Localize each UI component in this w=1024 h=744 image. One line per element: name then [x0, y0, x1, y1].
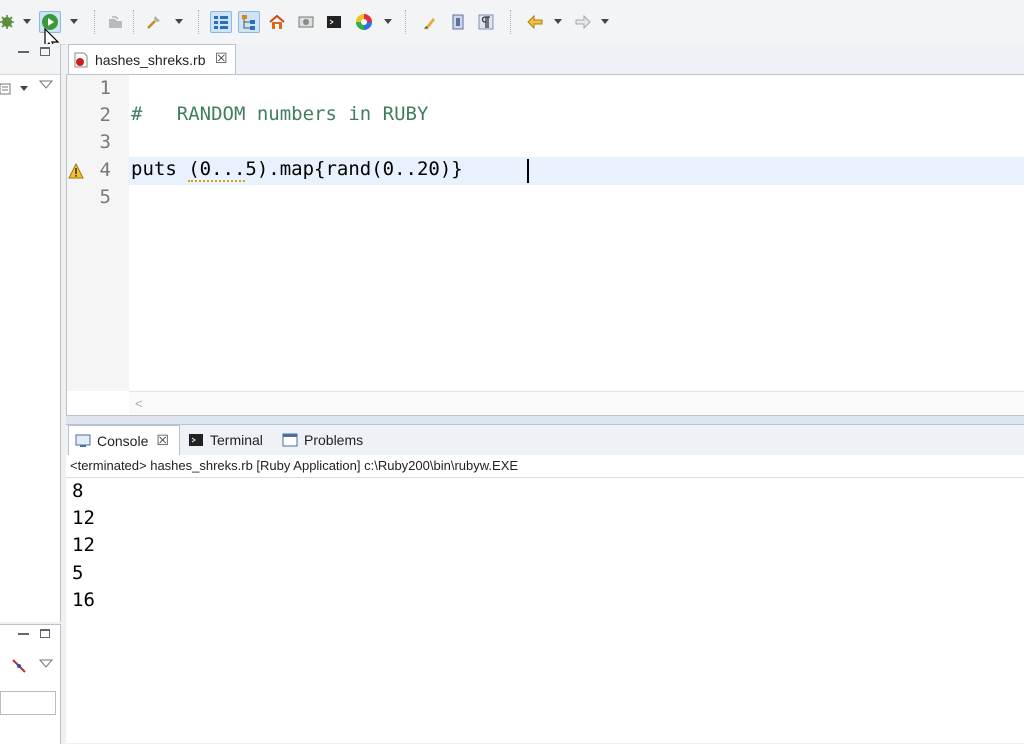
code-line-puts: puts (0...5).map{rand(0..20)} — [131, 158, 463, 182]
home-icon[interactable] — [266, 11, 288, 33]
filter-input[interactable] — [0, 691, 56, 715]
debug-dropdown-icon[interactable] — [23, 19, 31, 24]
console-output-line: 12 — [72, 507, 95, 529]
forward-dropdown-icon[interactable] — [601, 19, 609, 24]
view-menu-icon[interactable] — [0, 82, 14, 96]
scroll-left-icon[interactable]: < — [135, 396, 143, 411]
terminal-icon[interactable] — [323, 11, 345, 33]
line-number-gutter: 1 2 3 4 5 — [67, 75, 129, 391]
back-dropdown-icon[interactable] — [554, 19, 562, 24]
problems-icon — [282, 433, 298, 447]
code-editor[interactable] — [66, 75, 1024, 415]
brush-icon[interactable] — [419, 11, 441, 33]
block-icon[interactable] — [447, 11, 469, 33]
line-number: 2 — [99, 104, 111, 126]
warning-icon[interactable] — [68, 163, 84, 179]
toolbar-separator — [94, 10, 96, 34]
toolbar-separator — [133, 10, 135, 34]
color-wheel-icon[interactable] — [353, 11, 375, 33]
build-dropdown-icon[interactable] — [175, 19, 183, 24]
tab-terminal[interactable]: Terminal — [184, 425, 272, 455]
hierarchy-icon[interactable] — [238, 11, 260, 33]
line-number: 3 — [99, 131, 111, 153]
code-segment: 5).map{rand(0..20)} — [245, 158, 463, 180]
tab-console-label: Console — [97, 432, 149, 449]
console-status-text: <terminated> hashes_shreks.rb [Ruby Appl… — [70, 458, 519, 473]
tab-console[interactable]: Console ☒ — [68, 425, 180, 455]
console-status-bar: <terminated> hashes_shreks.rb [Ruby Appl… — [66, 455, 1024, 478]
minimize-icon[interactable] — [18, 633, 29, 635]
back-arrow-icon[interactable] — [524, 11, 546, 33]
main-toolbar — [0, 0, 1024, 51]
pane-splitter[interactable] — [66, 415, 1024, 425]
text-caret — [527, 159, 529, 183]
console-output-line: 5 — [72, 562, 84, 584]
code-segment: puts — [131, 158, 189, 180]
console-icon — [75, 434, 91, 447]
console-output-line: 16 — [72, 589, 95, 611]
minimize-icon[interactable] — [18, 51, 29, 53]
close-icon[interactable]: ☒ — [156, 432, 169, 449]
preview-icon[interactable] — [295, 11, 317, 33]
outline-icon[interactable] — [210, 11, 232, 33]
code-line-comment: # RANDOM numbers in RUBY — [131, 103, 429, 125]
toolbar-separator — [510, 10, 512, 34]
view-menu-dropdown-icon[interactable] — [20, 86, 28, 91]
chevron-down-icon[interactable] — [39, 659, 53, 669]
editor-tab-label: hashes_shreks.rb — [95, 52, 206, 68]
maximize-icon[interactable] — [40, 629, 50, 638]
toolbar-separator — [405, 10, 407, 34]
ruby-file-icon — [74, 52, 88, 68]
tab-problems[interactable]: Problems — [278, 425, 372, 455]
open-type-icon[interactable] — [104, 11, 126, 33]
debug-icon[interactable] — [0, 11, 18, 33]
console-output-line: 8 — [72, 480, 84, 502]
toolbar-separator — [198, 10, 200, 34]
run-dropdown-icon[interactable] — [70, 19, 78, 24]
forward-arrow-icon[interactable] — [572, 11, 594, 33]
maximize-icon[interactable] — [40, 47, 50, 56]
pin-icon[interactable] — [10, 657, 28, 675]
left-panel-header — [0, 44, 60, 75]
horizontal-scrollbar[interactable]: < — [129, 391, 1024, 416]
left-side-panel — [0, 44, 61, 622]
terminal-icon — [189, 434, 203, 446]
warning-squiggle: (0... — [188, 158, 246, 182]
tab-problems-label: Problems — [304, 432, 364, 448]
color-dropdown-icon[interactable] — [384, 19, 392, 24]
line-number: 1 — [99, 77, 111, 99]
line-number: 5 — [99, 186, 111, 208]
pilcrow-icon[interactable] — [475, 11, 497, 33]
tab-hashes-shreks[interactable]: hashes_shreks.rb ☒ — [68, 44, 236, 74]
tab-terminal-label: Terminal — [210, 432, 263, 448]
console-output[interactable]: 8 12 12 5 16 — [66, 478, 1024, 743]
chevron-down-icon[interactable] — [39, 80, 53, 90]
build-icon[interactable] — [143, 11, 165, 33]
close-icon[interactable]: ☒ — [215, 50, 228, 67]
console-output-line: 12 — [72, 534, 95, 556]
left-bottom-panel — [0, 624, 61, 744]
